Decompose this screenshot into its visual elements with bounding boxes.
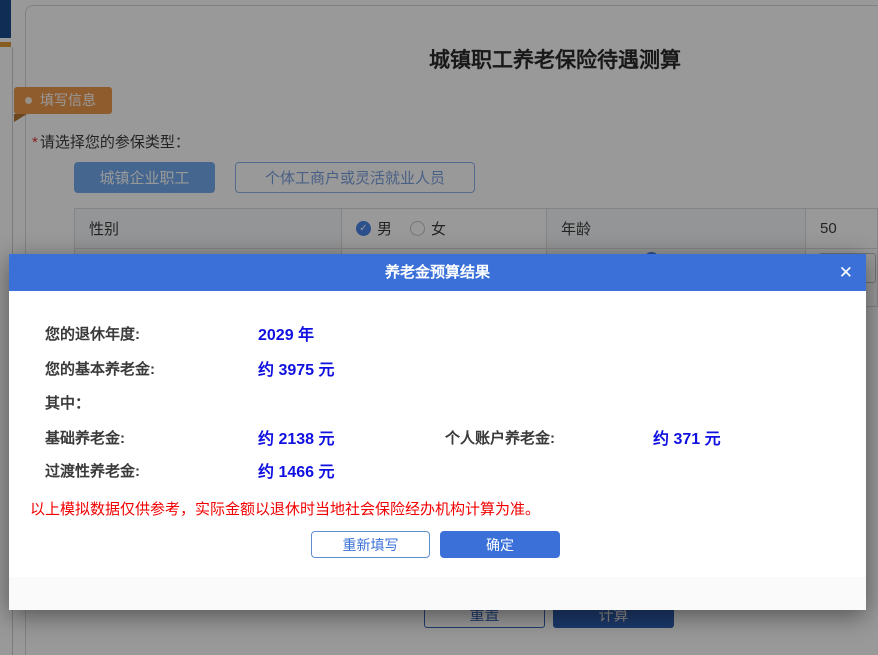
base-pension-value: 约 2138 元 (258, 425, 335, 449)
personal-account-value: 约 371 元 (653, 425, 721, 449)
basic-pension-label: 您的基本养老金: (45, 358, 155, 379)
dialog-footer (9, 577, 866, 610)
dialog-header: 养老金预算结果 ✕ (9, 254, 866, 291)
breakdown-label: 其中： (45, 392, 90, 413)
confirm-button[interactable]: 确定 (440, 531, 560, 558)
base-pension-label: 基础养老金: (45, 427, 125, 448)
app-window: 城镇职工养老保险待遇测算 填写信息 *请选择您的参保类型： 城镇企业职工 个体工… (0, 0, 878, 655)
dialog-title: 养老金预算结果 (9, 254, 866, 291)
basic-pension-value: 约 3975 元 (258, 356, 335, 380)
personal-account-label: 个人账户养老金: (445, 427, 555, 448)
transitional-pension-value: 约 1466 元 (258, 458, 335, 482)
retire-year-value: 2029 年 (258, 321, 314, 345)
pension-result-dialog: 养老金预算结果 ✕ 您的退休年度: 2029 年 您的基本养老金: 约 3975… (9, 254, 866, 610)
refill-button[interactable]: 重新填写 (311, 531, 430, 558)
transitional-pension-label: 过渡性养老金: (45, 460, 140, 481)
retire-year-label: 您的退休年度: (45, 323, 140, 344)
disclaimer-text: 以上模拟数据仅供参考，实际金额以退休时当地社会保险经办机构计算为准。 (30, 498, 540, 519)
close-icon[interactable]: ✕ (839, 254, 853, 291)
